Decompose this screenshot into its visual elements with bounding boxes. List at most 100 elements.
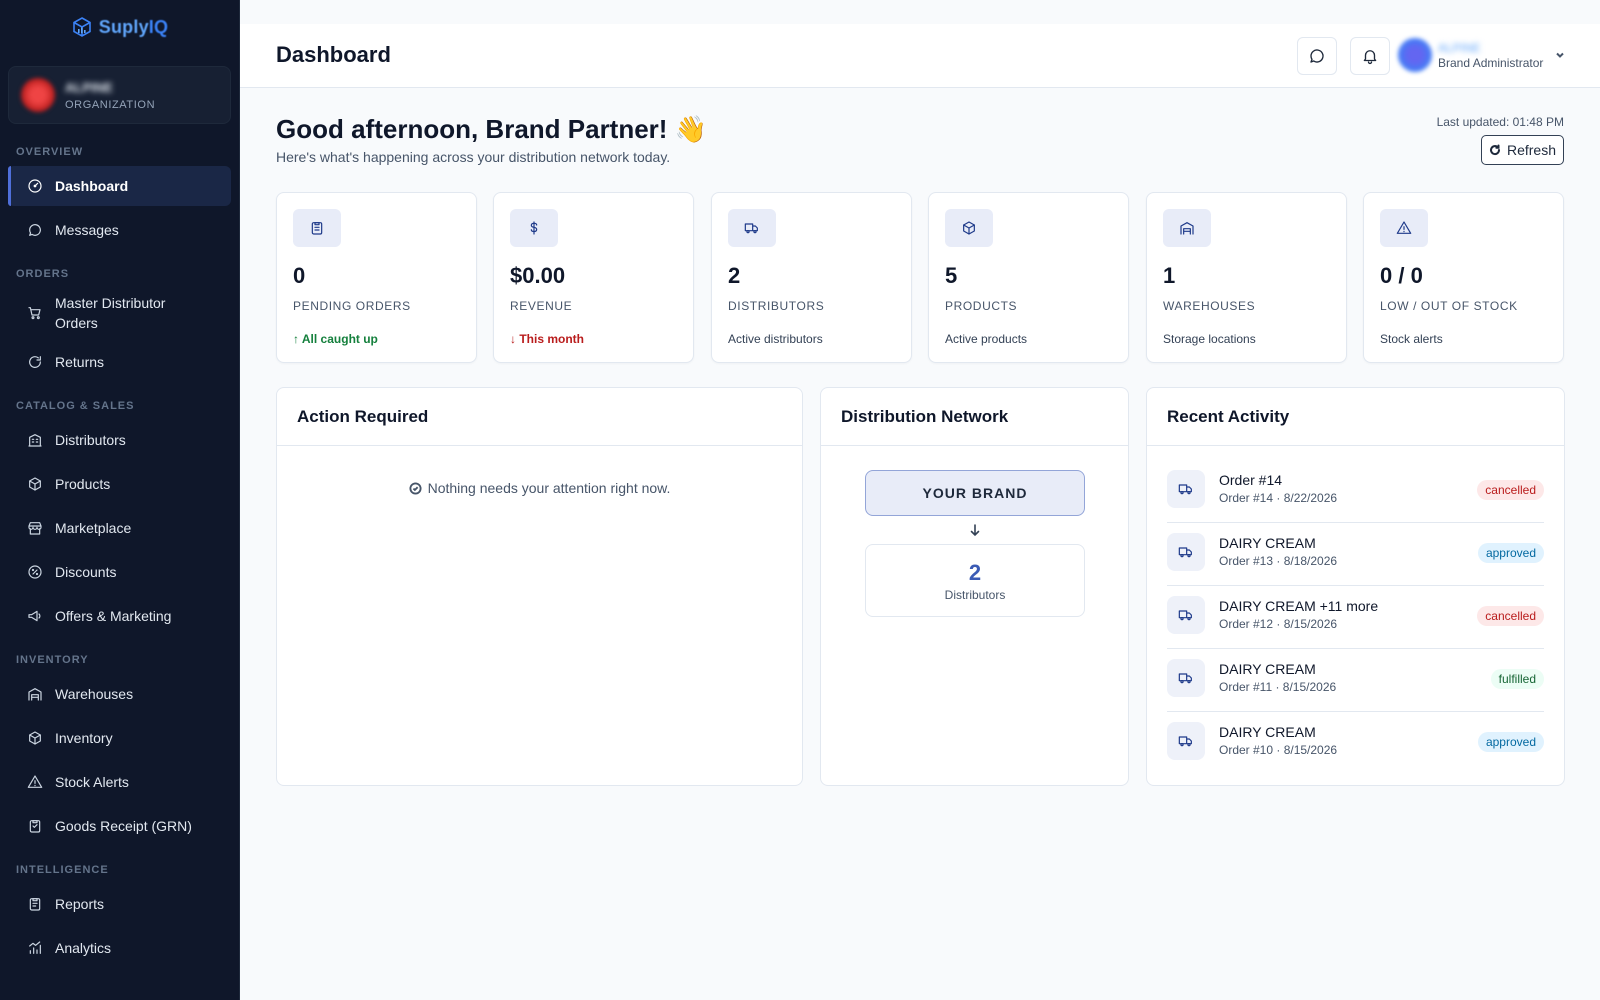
sidebar-item-label: Distributors (55, 432, 126, 448)
stat-value: 0 / 0 (1380, 263, 1423, 288)
list-item[interactable]: Order #14 Order #14 · 8/22/2026 cancelle… (1167, 460, 1544, 523)
sidebar-item-master-distributor-orders[interactable]: Master Distributor Orders (8, 288, 231, 338)
panel-title: Recent Activity (1147, 388, 1564, 446)
sidebar-item-warehouses[interactable]: Warehouses (8, 674, 231, 714)
activity-title: DAIRY CREAM +11 more (1219, 598, 1379, 614)
alert-icon (1380, 209, 1428, 247)
refresh-label: Refresh (1506, 142, 1557, 158)
distributors-node[interactable]: 2 Distributors (865, 544, 1085, 617)
empty-message: Nothing needs your attention right now. (427, 480, 671, 496)
sidebar-item-analytics[interactable]: Analytics (8, 928, 231, 968)
sidebar-item-distributors[interactable]: Distributors (8, 420, 231, 460)
stat-value: 0 (293, 263, 306, 288)
sidebar-item-label: Stock Alerts (55, 774, 129, 790)
stat-value: 5 (945, 263, 958, 288)
distribution-network-panel: Distribution Network YOUR BRAND 2 Distri… (820, 387, 1129, 786)
user-role: Brand Administrator (1438, 56, 1544, 70)
chevron-down-icon (1556, 52, 1564, 58)
list-item[interactable]: DAIRY CREAM +11 more Order #12 · 8/15/20… (1167, 586, 1544, 649)
list-item[interactable]: DAIRY CREAM Order #13 · 8/18/2026 approv… (1167, 523, 1544, 586)
truck-icon (1167, 596, 1205, 634)
sidebar-item-label: Analytics (55, 940, 112, 956)
your-brand-node[interactable]: YOUR BRAND (865, 470, 1085, 516)
sidebar-item-label: Master Distributor Orders (55, 295, 166, 331)
sidebar-item-discounts[interactable]: Discounts (8, 552, 231, 592)
sidebar-item-stock-alerts[interactable]: Stock Alerts (8, 762, 231, 802)
sidebar-item-inventory[interactable]: Inventory (8, 718, 231, 758)
sidebar: SuplyIQ ALPINE ORGANIZATION OVERVIEW Das… (0, 0, 240, 1000)
truck-icon (728, 209, 776, 247)
check-circle-icon (409, 481, 422, 495)
sidebar-item-products[interactable]: Products (8, 464, 231, 504)
org-avatar (21, 78, 55, 112)
stat-card-stock-alerts[interactable]: 0 / 0 LOW / OUT OF STOCK Stock alerts (1363, 192, 1564, 363)
logo-text: SuplyIQ (98, 16, 169, 37)
activity-subtitle: Order #12 · 8/15/2026 (1219, 617, 1338, 631)
refresh-button[interactable]: Refresh (1481, 135, 1564, 165)
last-updated: Last updated: 01:48 PM (1436, 115, 1564, 129)
alert-icon (27, 775, 43, 788)
notifications-button[interactable] (1350, 37, 1390, 75)
top-header: Dashboard ALPINE Brand Administrator (240, 24, 1600, 88)
list-item[interactable]: DAIRY CREAM Order #10 · 8/15/2026 approv… (1167, 712, 1544, 775)
return-icon (29, 356, 41, 368)
activity-title: Order #14 (1219, 472, 1283, 488)
empty-state: Nothing needs your attention right now. (277, 480, 802, 496)
clipboard-icon (29, 820, 41, 833)
activity-subtitle: Order #11 · 8/15/2026 (1219, 680, 1337, 694)
warehouse-icon (1163, 209, 1211, 247)
stat-card-warehouses[interactable]: 1 WAREHOUSES Storage locations (1146, 192, 1347, 363)
activity-subtitle: Order #14 · 8/22/2026 (1219, 491, 1338, 505)
stat-note: Storage locations (1163, 332, 1256, 346)
distributor-label: Distributors (944, 588, 1006, 602)
nav-section-overview: OVERVIEW (16, 146, 84, 158)
sidebar-item-goods-receipt[interactable]: Goods Receipt (GRN) (8, 806, 231, 846)
stat-card-distributors[interactable]: 2 DISTRIBUTORS Active distributors (711, 192, 912, 363)
status-badge: approved (1477, 732, 1544, 752)
sidebar-item-returns[interactable]: Returns (8, 342, 231, 382)
status-badge: cancelled (1477, 480, 1544, 500)
greeting-title: Good afternoon, Brand Partner! 👋 (276, 114, 708, 144)
activity-subtitle: Order #10 · 8/15/2026 (1219, 743, 1338, 757)
sidebar-item-messages[interactable]: Messages (8, 210, 231, 250)
gauge-icon (28, 179, 42, 193)
sidebar-item-marketplace[interactable]: Marketplace (8, 508, 231, 548)
nav-section-orders: ORDERS (16, 268, 70, 280)
sidebar-item-reports[interactable]: Reports (8, 884, 231, 924)
page-title: Dashboard (276, 42, 391, 67)
messages-button[interactable] (1297, 37, 1337, 75)
sidebar-item-offers-marketing[interactable]: Offers & Marketing (8, 596, 231, 636)
recent-activity-panel: Recent Activity Order #14 Order #14 · 8/… (1146, 387, 1565, 786)
org-switcher[interactable]: ALPINE ORGANIZATION (8, 66, 231, 124)
megaphone-icon (28, 610, 41, 622)
box-icon (945, 209, 993, 247)
user-name: ALPINE (1438, 41, 1481, 55)
sidebar-item-dashboard[interactable]: Dashboard (8, 166, 231, 206)
activity-title: DAIRY CREAM (1219, 724, 1316, 740)
stat-label: WAREHOUSES (1163, 299, 1256, 313)
user-avatar[interactable] (1398, 38, 1432, 72)
sidebar-item-label: Messages (55, 222, 119, 238)
stat-value: 2 (728, 263, 741, 288)
stat-note: Active products (945, 332, 1028, 346)
store-icon (28, 522, 42, 535)
activity-subtitle: Order #13 · 8/18/2026 (1219, 554, 1338, 568)
stat-label: REVENUE (510, 299, 573, 313)
sidebar-item-label: Reports (55, 896, 105, 912)
stat-value: 1 (1163, 263, 1176, 288)
sidebar-item-label: Marketplace (55, 520, 132, 536)
list-item[interactable]: DAIRY CREAM Order #11 · 8/15/2026 fulfil… (1167, 649, 1544, 712)
bell-icon (1363, 50, 1377, 65)
app-logo[interactable]: SuplyIQ (0, 0, 239, 54)
refresh-icon (1490, 144, 1500, 156)
truck-icon (1167, 470, 1205, 508)
activity-title: DAIRY CREAM (1219, 661, 1316, 677)
stat-card-products[interactable]: 5 PRODUCTS Active products (928, 192, 1129, 363)
sidebar-nav: OVERVIEW Dashboard Messages ORDERS Maste… (0, 142, 239, 968)
stat-label: DISTRIBUTORS (728, 299, 825, 313)
nav-section-catalog: CATALOG & SALES (16, 400, 135, 412)
stat-card-pending-orders[interactable]: 0 PENDING ORDERS ↑ All caught up (276, 192, 477, 363)
stat-card-revenue[interactable]: $0.00 REVENUE ↓ This month (493, 192, 694, 363)
user-menu-chevron[interactable] (1554, 48, 1566, 60)
action-required-panel: Action Required Nothing needs your atten… (276, 387, 803, 786)
